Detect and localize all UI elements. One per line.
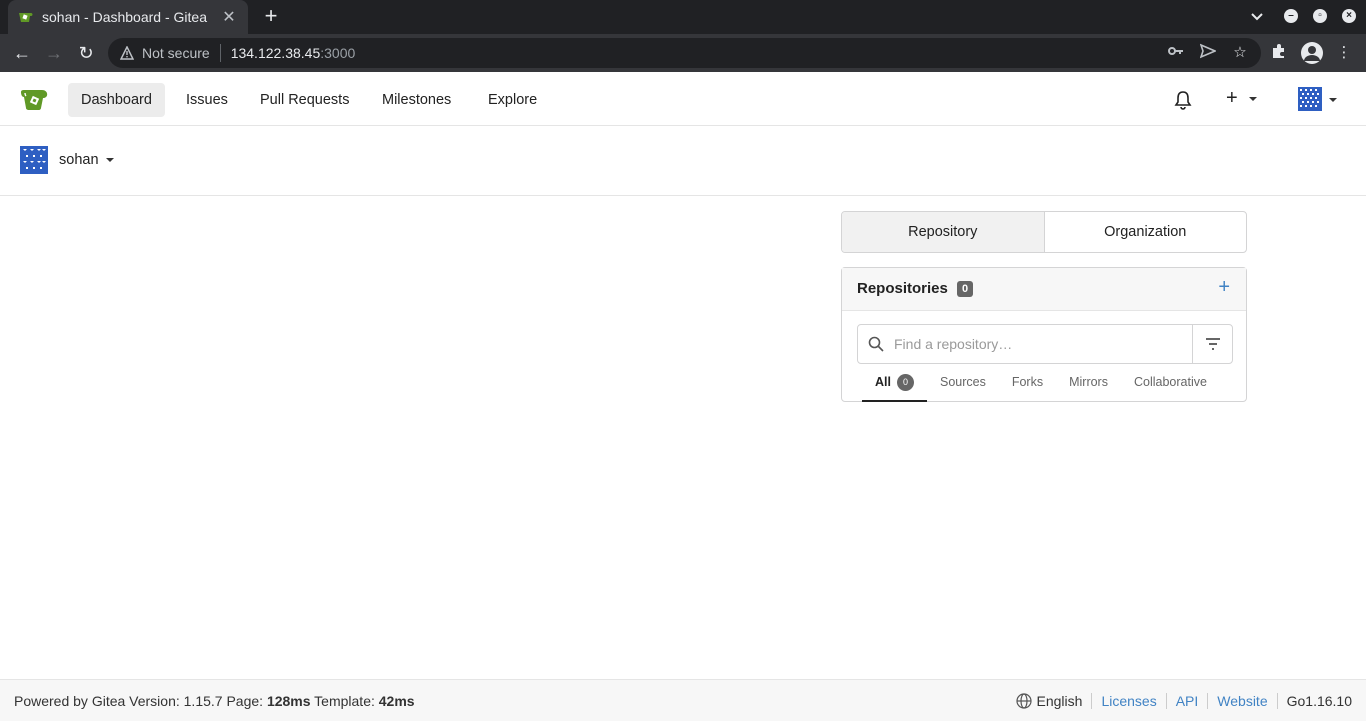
nav-explore[interactable]: Explore (475, 83, 550, 117)
forward-arrow-icon[interactable]: → (42, 41, 66, 65)
nav-issues[interactable]: Issues (173, 83, 241, 117)
repo-org-switcher: Repository Organization (841, 211, 1247, 253)
api-link[interactable]: API (1176, 693, 1199, 709)
close-window-icon[interactable]: × (1342, 9, 1356, 23)
footer-separator (1276, 693, 1278, 709)
dashboard-context-header: sohan (0, 126, 1366, 196)
context-user-avatar[interactable] (20, 146, 48, 174)
chevron-down-icon (105, 158, 114, 163)
repo-filter-tabs: All 0 Sources Forks Mirrors Collaborative (862, 370, 1220, 402)
tab-repository[interactable]: Repository (842, 212, 1045, 252)
footer-template-label: Template: (314, 693, 375, 709)
address-bar[interactable]: Not secure 134.122.38.45 :3000 (108, 38, 1261, 68)
repo-search-box (857, 324, 1233, 364)
maximize-window-icon[interactable]: ▫ (1313, 9, 1327, 23)
url-host: 134.122.38.45 (230, 45, 321, 61)
user-menu-chevron-down-icon[interactable] (1329, 98, 1337, 102)
reload-icon[interactable]: ↻ (74, 41, 98, 65)
licenses-link[interactable]: Licenses (1101, 693, 1156, 709)
footer-template-time: 42ms (378, 693, 415, 709)
language-selector[interactable]: English (1037, 693, 1083, 709)
browser-toolbar: ← → ↻ Not secure 134.122.38.45 :3000 ☆ ⋮ (0, 34, 1366, 72)
filter-icon (1205, 338, 1220, 350)
footer-separator (1091, 693, 1093, 709)
repo-tab-sources[interactable]: Sources (927, 370, 999, 402)
footer-page-time: 128ms (266, 693, 311, 709)
nav-pull-requests[interactable]: Pull Requests (247, 83, 362, 117)
bookmark-star-icon[interactable]: ☆ (1230, 43, 1250, 63)
context-user-name: sohan (59, 152, 99, 168)
gitea-logo-icon[interactable] (20, 87, 50, 111)
gitea-navbar: Dashboard Issues Pull Requests Milestone… (0, 73, 1366, 126)
context-switcher[interactable]: sohan (59, 152, 114, 168)
go-version: Go1.16.10 (1286, 693, 1352, 709)
repo-tab-collaborative[interactable]: Collaborative (1121, 370, 1220, 402)
add-repository-button[interactable]: + (1218, 276, 1230, 299)
tab-search-chevron-icon[interactable] (1251, 8, 1263, 26)
profile-avatar-icon[interactable] (1301, 42, 1323, 64)
extensions-puzzle-icon[interactable] (1269, 43, 1289, 63)
not-secure-label[interactable]: Not secure (142, 45, 210, 61)
footer-links: English Licenses API Website Go1.16.10 (1015, 693, 1352, 709)
footer-powered-by: Powered by Gitea Version: 1.15.7 Page: (14, 693, 264, 709)
repo-search-input[interactable] (894, 325, 1192, 363)
search-icon (858, 325, 894, 363)
back-arrow-icon[interactable]: ← (10, 41, 34, 65)
send-icon[interactable] (1198, 43, 1218, 63)
globe-icon (1015, 693, 1032, 709)
repositories-header: Repositories 0 + (842, 268, 1246, 311)
filter-button[interactable] (1192, 325, 1232, 363)
website-link[interactable]: Website (1217, 693, 1267, 709)
browser-tab-title: sohan - Dashboard - Gitea (42, 9, 207, 25)
repo-tab-all[interactable]: All 0 (862, 370, 927, 402)
repo-tab-mirrors[interactable]: Mirrors (1056, 370, 1121, 402)
plus-icon: + (1226, 87, 1238, 109)
new-tab-button[interactable]: + (260, 5, 282, 29)
footer-separator (1165, 693, 1167, 709)
nav-milestones[interactable]: Milestones (369, 83, 464, 117)
repo-tab-all-count: 0 (896, 374, 914, 391)
tab-organization[interactable]: Organization (1045, 212, 1247, 252)
footer-separator (1207, 693, 1209, 709)
repo-tab-all-label: All (875, 375, 891, 389)
create-new-button[interactable]: + (1226, 87, 1258, 110)
browser-menu-icon[interactable]: ⋮ (1334, 43, 1354, 63)
user-avatar[interactable] (1298, 87, 1322, 111)
repo-tab-forks[interactable]: Forks (999, 370, 1056, 402)
chevron-down-icon (1249, 96, 1258, 101)
password-key-icon[interactable] (1166, 43, 1186, 63)
repositories-panel: Repositories 0 + All 0 Sources Forks Mirr… (841, 267, 1247, 402)
repositories-count-badge: 0 (957, 281, 974, 297)
browser-tab-bar: sohan - Dashboard - Gitea ✕ + – ▫ × (0, 0, 1366, 34)
notification-bell-icon[interactable] (1172, 89, 1194, 111)
gitea-favicon-icon (19, 13, 33, 22)
footer-version-info: Powered by Gitea Version: 1.15.7 Page: 1… (14, 693, 415, 709)
address-separator (219, 44, 221, 62)
repositories-title: Repositories 0 (857, 280, 974, 297)
repositories-title-text: Repositories (857, 280, 948, 297)
tab-close-icon[interactable]: ✕ (220, 7, 238, 27)
page-footer: Powered by Gitea Version: 1.15.7 Page: 1… (0, 679, 1366, 721)
browser-tab[interactable]: sohan - Dashboard - Gitea ✕ (8, 0, 248, 34)
url-port: :3000 (320, 45, 356, 61)
nav-dashboard[interactable]: Dashboard (68, 83, 165, 117)
minimize-window-icon[interactable]: – (1284, 9, 1298, 23)
warning-icon (120, 46, 134, 60)
